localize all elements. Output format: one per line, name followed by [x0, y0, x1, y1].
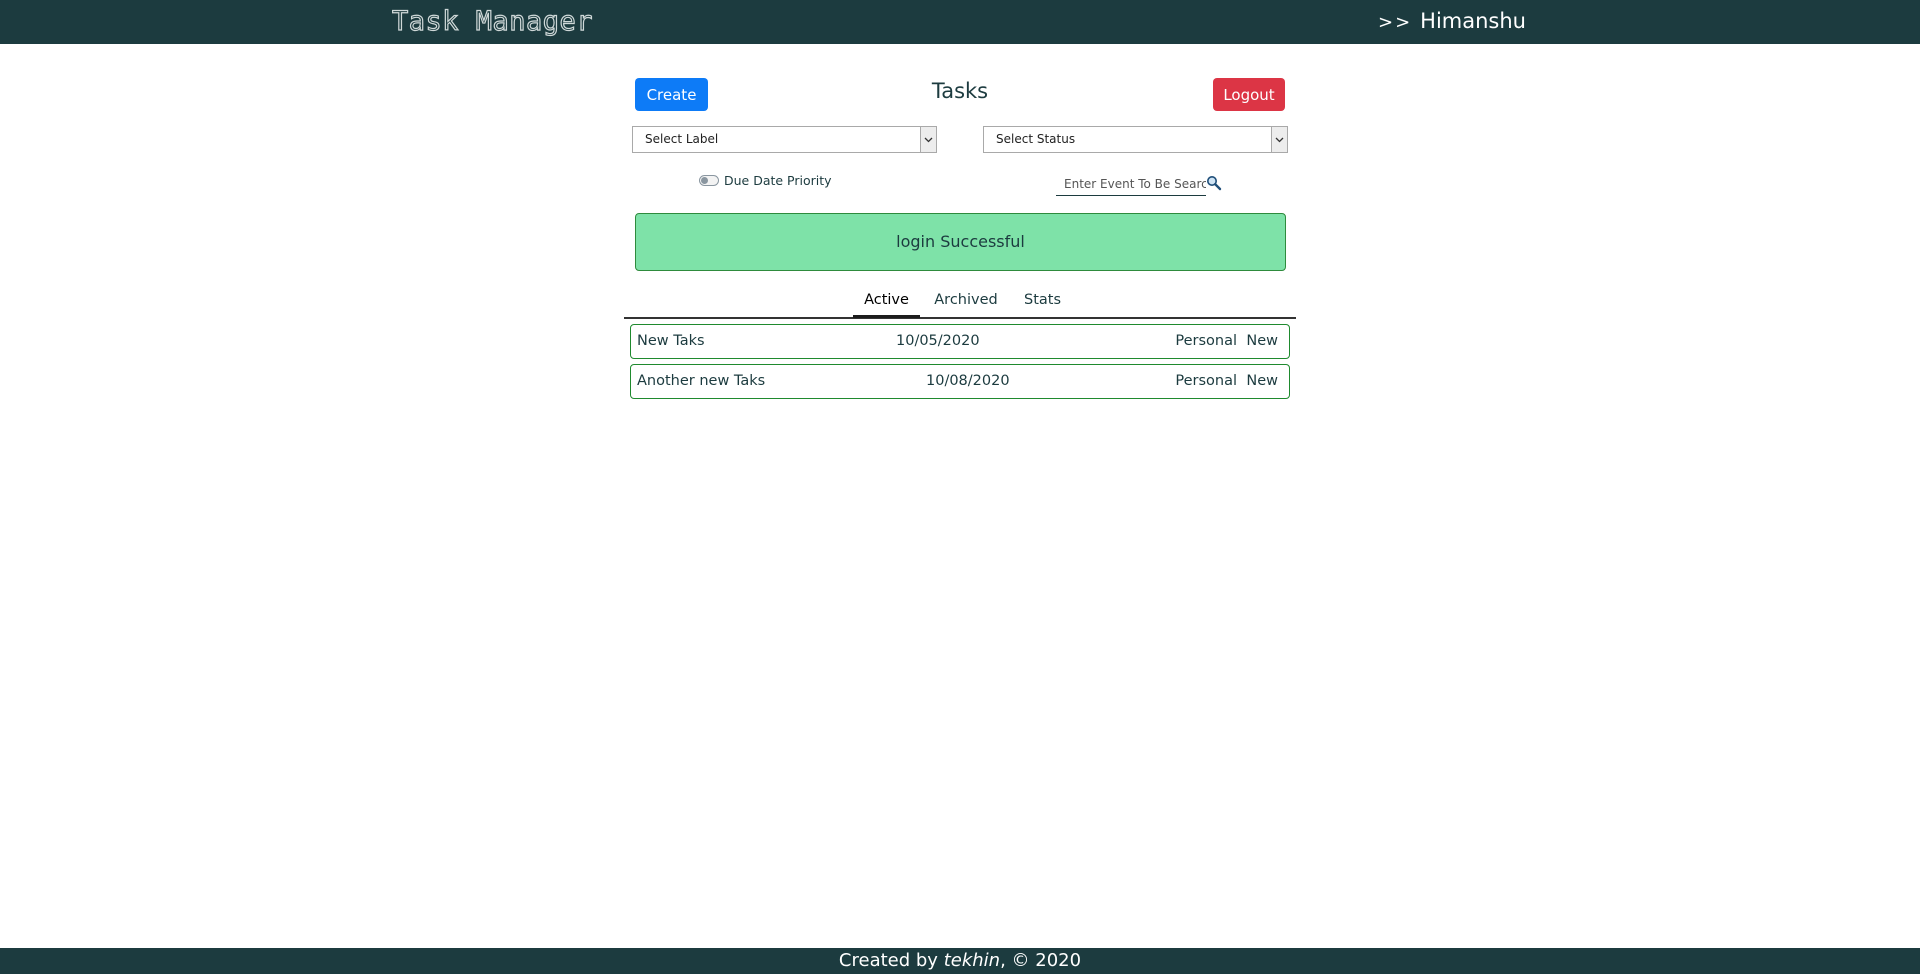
- create-button[interactable]: Create: [635, 78, 708, 111]
- task-label: Personal: [1175, 373, 1237, 389]
- tab-stats[interactable]: Stats: [1012, 287, 1073, 318]
- status-select-value: Select Status: [996, 132, 1076, 146]
- top-navbar: Task Manager >> Himanshu: [0, 0, 1920, 44]
- label-select[interactable]: Select Label: [632, 126, 937, 153]
- task-title: New Taks: [637, 333, 705, 349]
- task-status: New: [1246, 373, 1278, 389]
- footer: Created by tekhin, © 2020: [0, 948, 1920, 974]
- search-icon[interactable]: [1206, 175, 1222, 191]
- task-row[interactable]: Another new Taks 10/08/2020 Personal New: [630, 364, 1290, 399]
- task-status: New: [1246, 333, 1278, 349]
- task-label: Personal: [1175, 333, 1237, 349]
- tab-archived[interactable]: Archived: [929, 287, 1003, 318]
- due-date-priority-toggle[interactable]: Due Date Priority: [699, 173, 832, 188]
- footer-suffix: , © 2020: [1000, 950, 1082, 971]
- footer-author: tekhin: [943, 950, 1001, 971]
- chevron-down-icon: [920, 127, 936, 152]
- task-tabs: Active Archived Stats: [624, 287, 1296, 319]
- app-brand[interactable]: Task Manager: [391, 4, 593, 40]
- search-input[interactable]: [1056, 172, 1206, 196]
- user-prefix: >>: [1378, 12, 1413, 33]
- status-select[interactable]: Select Status: [983, 126, 1288, 153]
- label-select-value: Select Label: [645, 132, 719, 146]
- task-row[interactable]: New Taks 10/05/2020 Personal New: [630, 324, 1290, 359]
- page-title: Tasks: [931, 79, 989, 103]
- chevron-down-icon: [1271, 127, 1287, 152]
- footer-prefix: Created by: [838, 950, 938, 971]
- task-title: Another new Taks: [637, 373, 766, 389]
- success-alert: login Successful: [635, 213, 1286, 271]
- task-date: 10/08/2020: [926, 373, 1010, 389]
- task-date: 10/05/2020: [896, 333, 980, 349]
- logout-button[interactable]: Logout: [1213, 78, 1285, 111]
- toggle-label: Due Date Priority: [724, 173, 832, 188]
- toggle-knob: [701, 177, 708, 184]
- user-menu[interactable]: >> Himanshu: [1378, 6, 1526, 38]
- toggle-switch[interactable]: [699, 175, 719, 186]
- tab-active[interactable]: Active: [853, 287, 920, 318]
- user-name: Himanshu: [1420, 9, 1526, 33]
